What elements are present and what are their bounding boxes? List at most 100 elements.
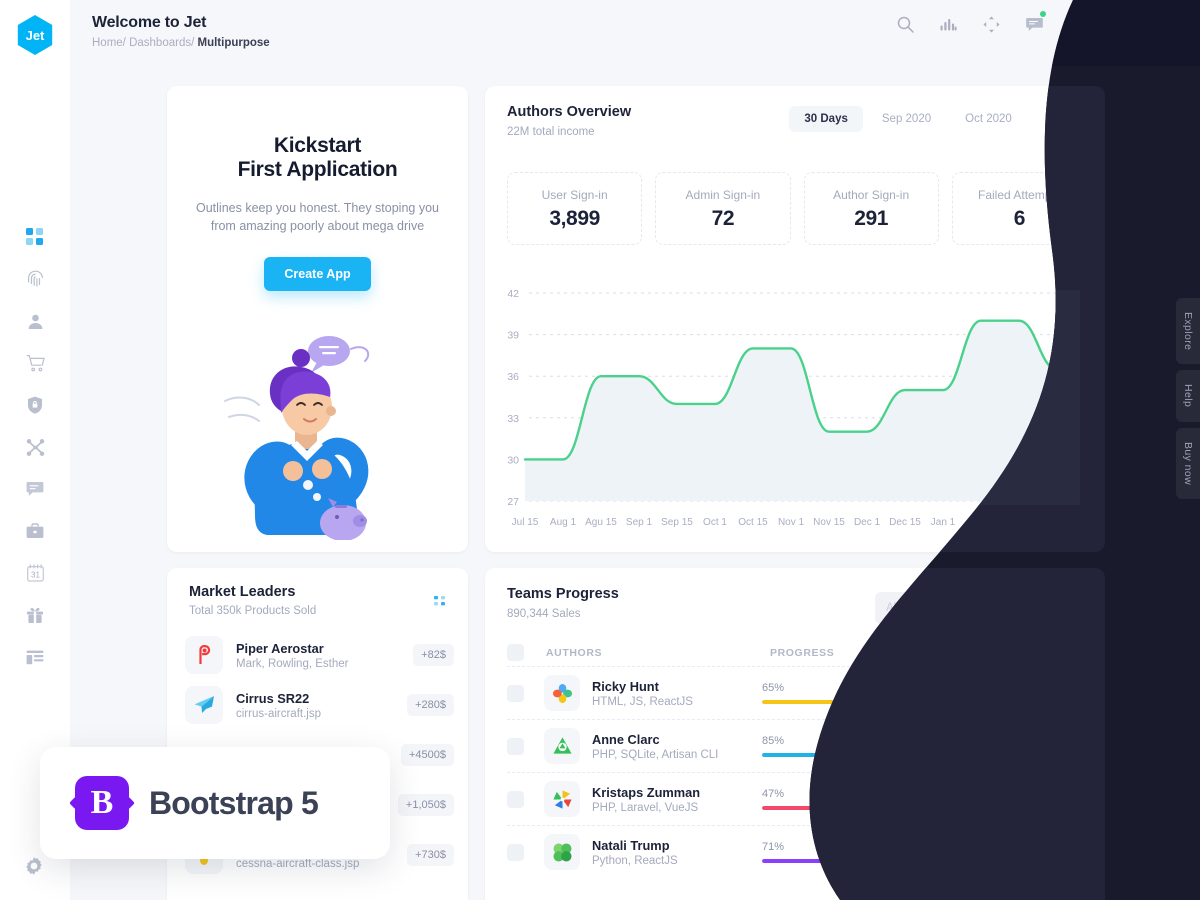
header-theme-toggle[interactable] <box>1109 16 1131 38</box>
top-header: Welcome to Jet Home/ Dashboards/ Multipu… <box>70 0 1200 66</box>
view-button[interactable]: View <box>1030 680 1085 706</box>
kickstart-title-line2: First Application <box>237 158 398 182</box>
sidebar-item-authentication[interactable] <box>15 267 55 291</box>
column-action: ACTION <box>1041 646 1085 659</box>
list-item-detail: cirrus-aircraft.jsp <box>236 707 321 720</box>
list-item[interactable]: Cirrus SR22 cirrus-aircraft.jsp +280$ <box>185 680 454 730</box>
table-row[interactable]: Kristaps Zumman PHP, Laravel, VueJS 47% … <box>507 772 1085 825</box>
dots-grid-icon[interactable] <box>434 594 448 612</box>
svg-text:Agu 15: Agu 15 <box>585 517 617 528</box>
list-item-amount: +730$ <box>407 844 454 866</box>
row-checkbox[interactable] <box>507 737 524 755</box>
stat-label: Failed Attempts <box>978 188 1061 202</box>
svg-text:Nov 1: Nov 1 <box>778 517 805 528</box>
row-checkbox[interactable] <box>507 684 524 702</box>
sidebar-item-layout[interactable] <box>15 645 55 669</box>
page-title: Welcome to Jet <box>92 14 207 31</box>
app-logo[interactable]: Jet <box>17 15 53 55</box>
teams-progress-subtitle: 890,344 Sales <box>507 608 581 620</box>
row-author-skills: PHP, SQLite, Artisan CLI <box>592 748 719 761</box>
row-progress: 47% <box>762 788 942 810</box>
svg-text:Sep 1: Sep 1 <box>626 517 653 528</box>
tab-sep-2020[interactable]: Sep 2020 <box>867 106 946 132</box>
cart-icon <box>25 354 45 372</box>
svg-text:Aug 1: Aug 1 <box>550 517 577 528</box>
svg-text:27: 27 <box>507 496 519 508</box>
progress-bar <box>762 859 942 863</box>
pinwheel-icon <box>544 781 580 817</box>
layout-icon <box>26 650 44 665</box>
view-button[interactable]: View <box>1030 786 1085 812</box>
svg-text:Jan 1: Jan 1 <box>931 517 956 528</box>
search-input[interactable]: Search <box>1003 592 1103 624</box>
market-leaders-subtitle: Total 350k Products Sold <box>189 605 317 617</box>
row-checkbox[interactable] <box>507 790 524 808</box>
header-apps-button[interactable] <box>1066 16 1088 38</box>
sidebar-item-security[interactable] <box>15 393 55 417</box>
tab-help[interactable]: Help <box>1176 370 1200 422</box>
users-filter-select[interactable]: All Users <box>875 592 990 624</box>
sidebar-item-gifts[interactable] <box>15 603 55 627</box>
progress-bar <box>762 700 942 704</box>
users-filter-value: All Users <box>886 602 933 614</box>
select-all-checkbox[interactable] <box>507 644 524 661</box>
header-move-button[interactable] <box>980 16 1002 38</box>
breadcrumb-home[interactable]: Home/ <box>92 37 126 49</box>
kickstart-desc-line2: from amazing poorly about mega drive <box>210 218 425 233</box>
gear-icon <box>23 857 45 881</box>
view-button[interactable]: View <box>1030 733 1085 759</box>
tab-30-days[interactable]: 30 Days <box>789 106 863 132</box>
header-search-button[interactable] <box>894 16 916 38</box>
svg-text:36: 36 <box>507 371 519 383</box>
header-analytics-button[interactable] <box>937 16 959 38</box>
move-arrows-icon <box>983 16 1000 38</box>
plane-p-icon <box>185 636 223 674</box>
tab-more[interactable]: More <box>1031 106 1087 132</box>
avatar[interactable] <box>1152 12 1182 42</box>
tab-oct-2020[interactable]: Oct 2020 <box>950 106 1027 132</box>
search-placeholder: Search <box>1031 602 1068 614</box>
sidebar-item-dashboard[interactable] <box>15 225 55 249</box>
table-row[interactable]: Natali Trump Python, ReactJS 71% View <box>507 825 1085 878</box>
progress-bar <box>762 806 942 810</box>
svg-text:Dec 1: Dec 1 <box>854 517 881 528</box>
row-checkbox[interactable] <box>507 843 524 861</box>
row-author-skills: Python, ReactJS <box>592 854 678 867</box>
progress-bar <box>762 753 942 757</box>
moon-icon <box>1112 17 1128 38</box>
row-progress-percent: 71% <box>762 841 785 853</box>
header-messages-button[interactable] <box>1023 11 1046 38</box>
tab-buy-now[interactable]: Buy now <box>1176 427 1200 499</box>
table-row[interactable]: Ricky Hunt HTML, JS, ReactJS 65% View <box>507 666 1085 719</box>
message-icon <box>1025 17 1043 38</box>
breadcrumb-dashboards[interactable]: Dashboards/ <box>129 37 194 49</box>
create-app-button[interactable]: Create App <box>264 256 371 291</box>
sidebar-item-chat[interactable] <box>15 477 55 501</box>
sidebar-settings[interactable] <box>23 855 45 882</box>
stat-value: 3,899 <box>549 207 600 230</box>
svg-text:31: 31 <box>31 571 40 580</box>
bar-chart-icon <box>940 18 957 37</box>
kickstart-title-line1: Kickstart <box>273 134 362 157</box>
svg-text:42: 42 <box>507 288 519 300</box>
authors-overview-card: Authors Overview 22M total income 30 Day… <box>485 86 1108 552</box>
list-item[interactable]: Piper Aerostar Mark, Rowling, Esther +82… <box>185 630 454 680</box>
bootstrap-badge: B Bootstrap 5 <box>40 747 390 859</box>
teams-progress-card: Teams Progress 890,344 Sales All Users S… <box>485 568 1105 900</box>
authors-overview-subtitle: 22M total income <box>507 126 595 138</box>
sidebar-item-users[interactable] <box>15 309 55 333</box>
sidebar-nav: 31 <box>15 225 55 669</box>
calendar-icon: 31 <box>26 564 44 582</box>
search-icon <box>1013 600 1025 616</box>
table-row[interactable]: Anne Clarc PHP, SQLite, Artisan CLI 85% … <box>507 719 1085 772</box>
sidebar-item-calendar[interactable]: 31 <box>15 561 55 585</box>
sidebar-item-jobs[interactable] <box>15 519 55 543</box>
clover-icon <box>544 834 580 870</box>
sidebar-item-ecommerce[interactable] <box>15 351 55 375</box>
breadcrumb: Home/ Dashboards/ Multipurpose <box>92 37 270 49</box>
view-button[interactable]: View <box>1030 839 1085 865</box>
dashboard-root: Jet 31 Welcome to Jet Home/ Dashboards/ … <box>0 0 1200 900</box>
svg-text:Sep 15: Sep 15 <box>661 517 693 528</box>
sidebar-item-drone[interactable] <box>15 435 55 459</box>
tab-explore[interactable]: Explore <box>1176 298 1200 365</box>
